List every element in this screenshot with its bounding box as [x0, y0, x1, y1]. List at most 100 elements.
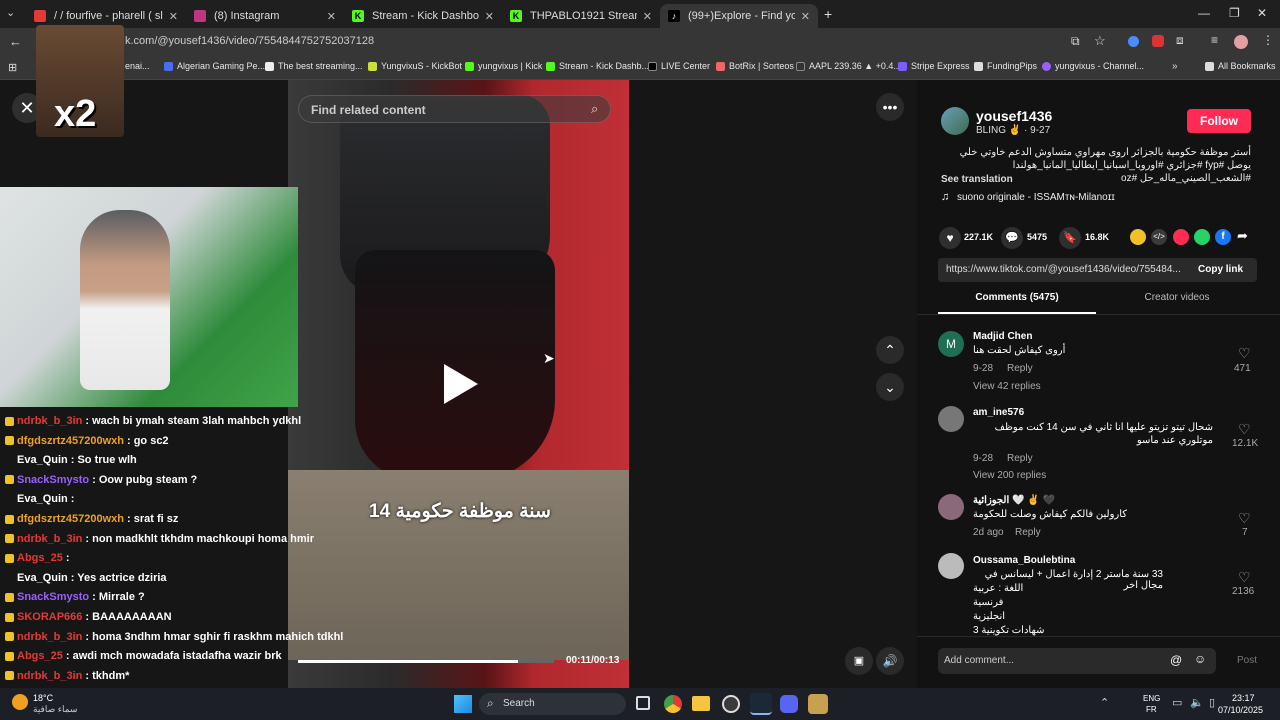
discord-icon[interactable]	[780, 695, 798, 713]
chat-username[interactable]: ndrbk_b_3in	[17, 670, 82, 682]
comment-like-icon[interactable]: ♡	[1238, 345, 1251, 362]
tab-4[interactable]: ♪ (99+)Explore - Find your favour ✕	[660, 4, 818, 28]
close-icon[interactable]: ✕	[801, 10, 810, 23]
comment-avatar[interactable]: M	[938, 331, 964, 357]
chat-username[interactable]: Eva_Quin	[17, 572, 68, 584]
chat-username[interactable]: ndrbk_b_3in	[17, 533, 82, 545]
reply-button[interactable]: Reply	[1007, 453, 1033, 464]
weather-icon[interactable]	[12, 694, 28, 710]
minimize-button[interactable]: —	[1198, 6, 1210, 20]
reply-button[interactable]: Reply	[1015, 527, 1041, 538]
sound-link[interactable]: suono originale - ISSAMᴛɴ-Milanoɪɪ	[957, 192, 1115, 203]
browser-menu-icon[interactable]: ⋮	[1262, 33, 1274, 47]
embed-icon[interactable]: </>	[1151, 229, 1167, 245]
bookmark-item[interactable]: yungvixus - Channel...	[1042, 61, 1144, 71]
chat-username[interactable]: Eva_Quin	[17, 493, 68, 505]
close-icon[interactable]: ✕	[327, 10, 336, 23]
previous-video-button[interactable]: ⌃	[876, 336, 904, 364]
bookmark-icon[interactable]: 🔖	[1059, 227, 1081, 249]
see-translation-link[interactable]: See translation	[941, 174, 1013, 185]
pip-icon[interactable]: ▣	[845, 647, 873, 675]
close-icon[interactable]: ✕	[485, 10, 494, 23]
chat-username[interactable]: dfgdszrtz457200wxh	[17, 513, 124, 525]
tab-2[interactable]: K Stream - Kick Dashboard ✕	[344, 4, 502, 28]
lang-en[interactable]: ENG	[1143, 694, 1160, 703]
task-view-icon[interactable]	[636, 696, 650, 710]
follow-button[interactable]: Follow	[1187, 109, 1251, 133]
lang-fr[interactable]: FR	[1146, 705, 1157, 714]
view-replies-link[interactable]: View 200 replies	[973, 470, 1046, 481]
bookmark-item[interactable]: Stripe Express	[898, 61, 970, 71]
tab-menu-button[interactable]: ⌄	[6, 6, 15, 19]
mention-icon[interactable]: @	[1170, 653, 1182, 667]
obs-icon[interactable]	[722, 695, 740, 713]
add-comment-input[interactable]: Add comment... @ ☺	[938, 648, 1216, 674]
file-explorer-icon[interactable]	[692, 696, 710, 711]
bookmark-item[interactable]: enai...	[125, 61, 150, 71]
bookmark-item[interactable]: The best streaming...	[265, 61, 363, 71]
bookmark-item[interactable]: Stream - Kick Dashb...	[546, 61, 649, 71]
all-bookmarks[interactable]: All Bookmarks	[1205, 61, 1276, 71]
steam-icon[interactable]	[750, 693, 772, 715]
extension-icon[interactable]	[1152, 35, 1164, 47]
volume-icon[interactable]: 🔊	[876, 647, 904, 675]
extension-icon[interactable]	[1128, 36, 1139, 47]
copy-link-button[interactable]: Copy link	[1198, 264, 1243, 275]
send-icon[interactable]	[1173, 229, 1189, 245]
chat-username[interactable]: Abgs_25	[17, 650, 63, 662]
chrome-taskbar-icon[interactable]	[664, 695, 682, 713]
volume-tray-icon[interactable]: 🔈	[1190, 696, 1204, 709]
tab-comments[interactable]: Comments (5475)	[938, 292, 1096, 314]
facebook-icon[interactable]: f	[1215, 229, 1231, 245]
comment-like-icon[interactable]: ♡	[1238, 569, 1251, 586]
address-bar[interactable]: k.com/@yousef1436/video/7554844752752037…	[125, 35, 374, 47]
bookmark-item[interactable]: Algerian Gaming Pe...	[164, 61, 265, 71]
network-icon[interactable]: ▭	[1172, 696, 1182, 709]
chat-username[interactable]: ndrbk_b_3in	[17, 415, 82, 427]
comment-avatar[interactable]	[938, 494, 964, 520]
close-icon[interactable]: ✕	[643, 10, 652, 23]
comment-username[interactable]: Oussama_Boulebtina	[973, 555, 1075, 566]
author-avatar[interactable]	[941, 107, 969, 135]
comment-username[interactable]: الجوزائية 🤍 ✌ 🖤	[973, 495, 1055, 506]
tray-overflow-icon[interactable]: ⌃	[1100, 696, 1109, 709]
back-arrow-icon[interactable]: ←	[9, 34, 22, 49]
post-button[interactable]: Post	[1237, 655, 1257, 666]
bookmark-star-icon[interactable]: ☆	[1094, 33, 1106, 49]
comment-icon[interactable]: 💬	[1001, 227, 1023, 249]
share-arrow-icon[interactable]: ➦	[1237, 228, 1248, 244]
tab-3[interactable]: K THPABLO1921 Stream - Watch ✕	[502, 4, 660, 28]
comment-username[interactable]: Madjid Chen	[973, 331, 1032, 342]
more-options-icon[interactable]: •••	[876, 93, 904, 121]
chat-username[interactable]: ndrbk_b_3in	[17, 631, 82, 643]
app-icon[interactable]	[808, 694, 828, 714]
whatsapp-icon[interactable]	[1194, 229, 1210, 245]
next-video-button[interactable]: ⌄	[876, 373, 904, 401]
search-icon[interactable]: ⌕	[591, 101, 598, 117]
apps-grid-icon[interactable]: ⊞	[8, 61, 17, 74]
comment-username[interactable]: am_ine576	[973, 407, 1024, 418]
emoji-icon[interactable]: ☺	[1194, 652, 1206, 666]
clock-date[interactable]: 07/10/2025	[1218, 705, 1263, 715]
new-tab-button[interactable]: +	[824, 6, 832, 22]
like-icon[interactable]: ♥	[939, 227, 961, 249]
chat-username[interactable]: SnackSmysto	[17, 591, 89, 603]
tab-creator-videos[interactable]: Creator videos	[1096, 292, 1258, 314]
extensions-puzzle-icon[interactable]: ⧈	[1176, 33, 1184, 48]
windows-start-icon[interactable]	[454, 695, 472, 713]
author-username[interactable]: yousef1436	[976, 108, 1052, 124]
bookmark-item[interactable]: yungvixus | Kick	[465, 61, 542, 71]
comment-like-icon[interactable]: ♡	[1238, 510, 1251, 527]
comment-like-icon[interactable]: ♡	[1238, 421, 1251, 438]
window-close-button[interactable]: ✕	[1257, 6, 1267, 20]
cast-icon[interactable]: ⧉	[1071, 34, 1080, 49]
bookmark-item[interactable]: FundingPips	[974, 61, 1037, 71]
comment-avatar[interactable]	[938, 553, 964, 579]
bookmark-item[interactable]: LIVE Center	[648, 61, 710, 71]
video-progress-bar[interactable]	[298, 660, 554, 663]
clock-time[interactable]: 23:17	[1232, 693, 1255, 703]
view-replies-link[interactable]: View 42 replies	[973, 381, 1041, 392]
battery-icon[interactable]: ▯	[1209, 696, 1215, 709]
maximize-button[interactable]: ❐	[1229, 6, 1240, 20]
chat-username[interactable]: Abgs_25	[17, 552, 63, 564]
